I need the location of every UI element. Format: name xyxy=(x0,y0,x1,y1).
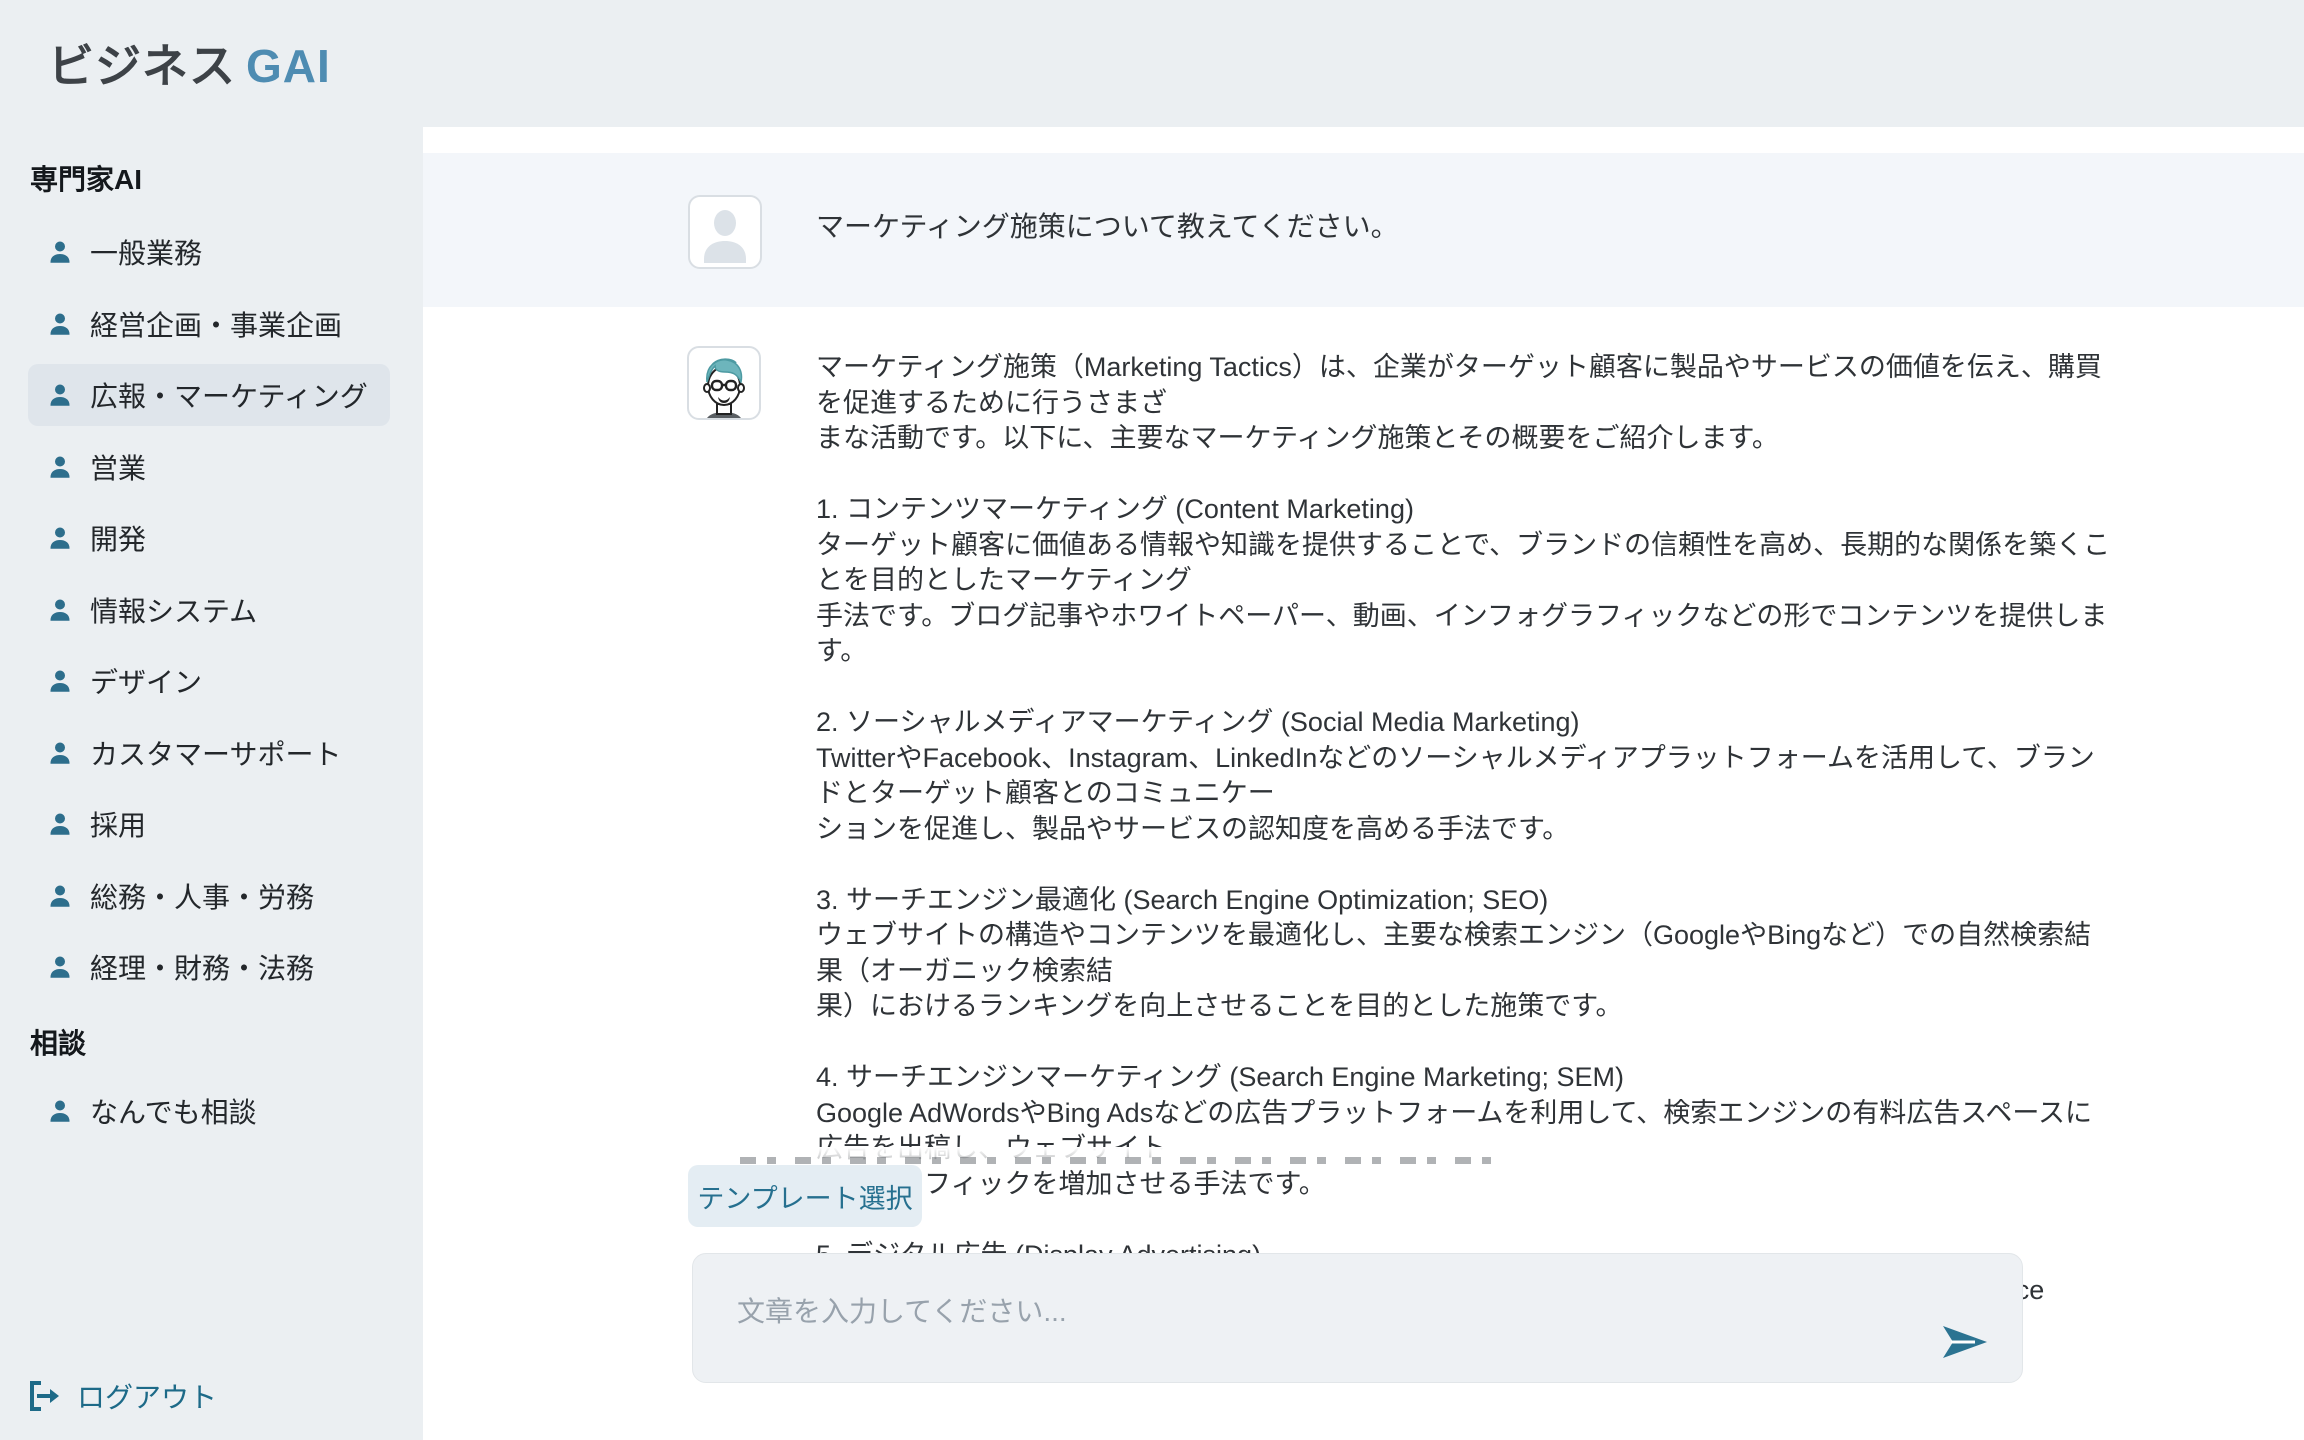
app-logo-jp: ビジネス xyxy=(48,40,236,92)
sidebar-item-label: 営業 xyxy=(90,447,146,487)
person-icon xyxy=(46,882,74,910)
sidebar-item-label: 情報システム xyxy=(90,590,257,630)
sidebar-item-label: 開発 xyxy=(90,518,146,558)
sidebar-item-accounting-finance-legal[interactable]: 経理・財務・法務 xyxy=(28,936,390,998)
sidebar-item-sales[interactable]: 営業 xyxy=(28,436,390,498)
logout-label: ログアウト xyxy=(77,1376,217,1416)
assistant-message-text: マーケティング施策（Marketing Tactics）は、企業がターゲット顧客… xyxy=(816,350,2116,1380)
sidebar-item-pr-marketing[interactable]: 広報・マーケティング xyxy=(28,364,390,426)
sidebar-item-label: なんでも相談 xyxy=(90,1091,257,1131)
chat-panel: マーケティング施策について教えてください。 マーケティング施策（Marketin… xyxy=(423,127,2304,1440)
user-avatar xyxy=(688,195,762,269)
person-icon xyxy=(46,953,74,981)
sidebar-item-development[interactable]: 開発 xyxy=(28,507,390,569)
message-composer xyxy=(692,1253,2023,1383)
person-icon xyxy=(46,524,74,552)
sidebar-item-anything-consult[interactable]: なんでも相談 xyxy=(28,1080,390,1142)
app-logo-en: GAI xyxy=(246,40,331,92)
person-icon xyxy=(46,810,74,838)
send-button[interactable] xyxy=(1941,1322,1989,1362)
scrolled-content-fragments xyxy=(740,1157,1500,1164)
person-icon xyxy=(46,667,74,695)
logout-button[interactable]: ログアウト xyxy=(28,1376,217,1416)
consult-menu: なんでも相談 xyxy=(28,1080,390,1142)
logout-icon xyxy=(28,1380,62,1412)
sidebar-item-customer-support[interactable]: カスタマーサポート xyxy=(28,722,390,784)
template-select-button[interactable]: テンプレート選択 xyxy=(688,1165,922,1227)
expert-ai-menu: 一般業務 経営企画・事業企画 広報・マーケティング 営業 開発 情報システム デ… xyxy=(28,221,390,998)
app-logo: ビジネスGAI xyxy=(48,30,331,96)
sidebar-item-information-systems[interactable]: 情報システム xyxy=(28,579,390,641)
sidebar-item-label: 総務・人事・労務 xyxy=(90,876,314,916)
sidebar-item-label: 広報・マーケティング xyxy=(90,375,368,415)
sidebar-item-general[interactable]: 一般業務 xyxy=(28,221,390,283)
paper-plane-icon xyxy=(1941,1322,1989,1362)
person-icon xyxy=(46,453,74,481)
person-icon xyxy=(46,1097,74,1125)
sidebar: ビジネスGAI 専門家AI 一般業務 経営企画・事業企画 広報・マーケティング … xyxy=(0,0,423,1440)
sidebar-item-label: 経営企画・事業企画 xyxy=(90,304,342,344)
section-label-consult: 相談 xyxy=(30,1022,86,1062)
assistant-character-icon xyxy=(689,348,759,418)
section-label-expert-ai: 専門家AI xyxy=(30,158,142,198)
sidebar-item-label: 経理・財務・法務 xyxy=(90,947,314,987)
person-icon xyxy=(46,596,74,624)
person-icon xyxy=(46,238,74,266)
person-icon xyxy=(46,381,74,409)
user-message-text: マーケティング施策について教えてください。 xyxy=(816,205,1399,245)
user-message-row: マーケティング施策について教えてください。 xyxy=(423,153,2304,307)
person-silhouette-icon xyxy=(690,197,760,267)
person-icon xyxy=(46,739,74,767)
sidebar-item-design[interactable]: デザイン xyxy=(28,650,390,712)
message-input[interactable] xyxy=(693,1254,2022,1382)
person-icon xyxy=(46,310,74,338)
sidebar-item-label: カスタマーサポート xyxy=(90,733,341,773)
sidebar-item-corporate-planning[interactable]: 経営企画・事業企画 xyxy=(28,293,390,355)
assistant-avatar xyxy=(687,346,761,420)
sidebar-item-label: デザイン xyxy=(90,661,202,701)
sidebar-item-recruiting[interactable]: 採用 xyxy=(28,793,390,855)
sidebar-item-general-affairs-hr-labor[interactable]: 総務・人事・労務 xyxy=(28,865,390,927)
sidebar-item-label: 一般業務 xyxy=(90,232,202,272)
sidebar-item-label: 採用 xyxy=(90,804,146,844)
